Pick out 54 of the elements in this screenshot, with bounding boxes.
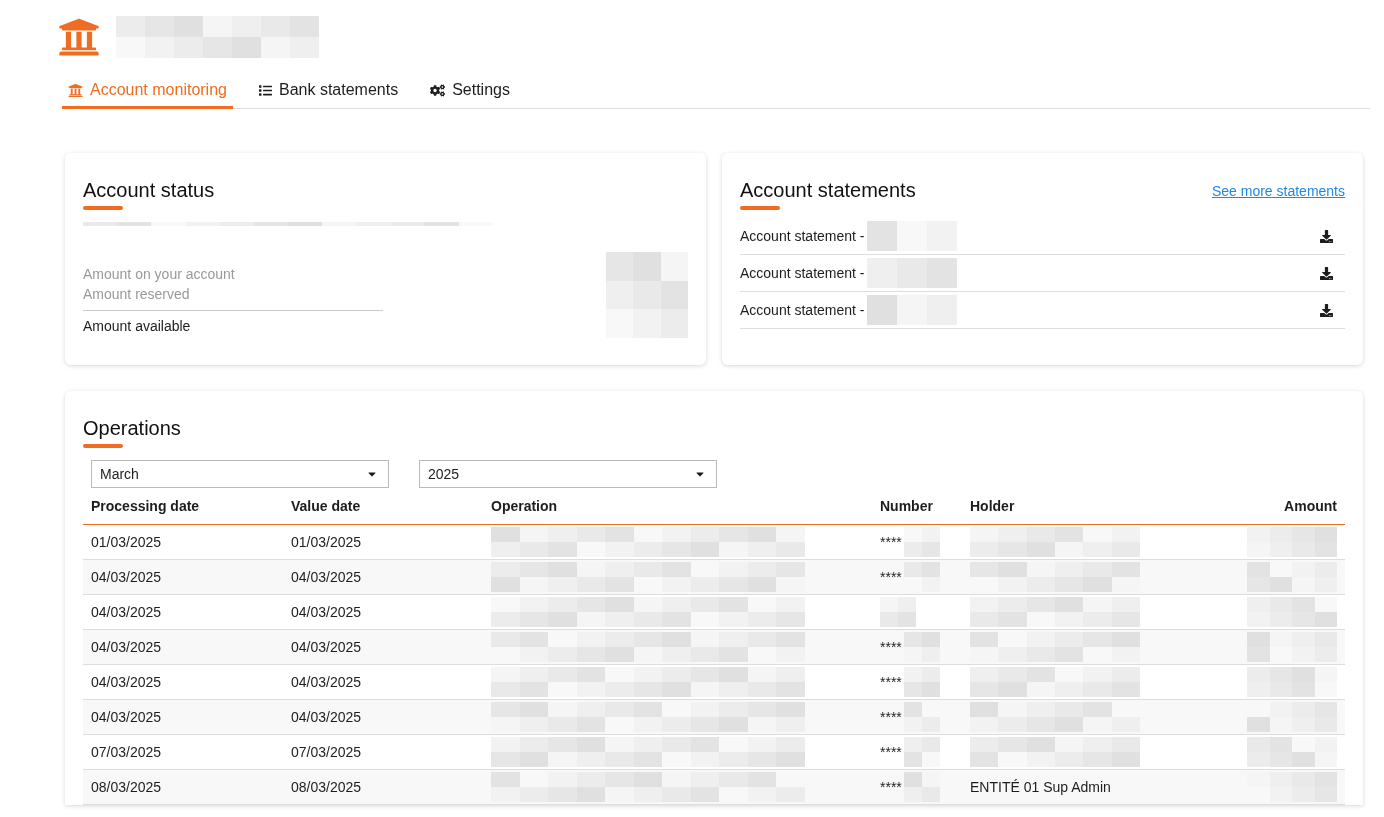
card-title: Account statements (740, 179, 916, 202)
column-header: Processing date (91, 498, 201, 514)
download-icon[interactable] (1320, 266, 1333, 280)
column-header: Amount (1283, 498, 1337, 514)
dropdown[interactable]: March (91, 460, 389, 488)
table-cell: **** (880, 744, 902, 760)
amount-label: Amount on your account (83, 266, 235, 282)
table-cell-text: 01/03/2025 (91, 534, 163, 550)
statement-name: Account statement - (740, 265, 865, 281)
table-cell: **** (880, 569, 902, 585)
see-more-link[interactable]: See more statements (1211, 183, 1345, 199)
table-cell: ENTITÉ 01 Sup Admin (970, 779, 1111, 795)
amount-label: Amount available (83, 318, 191, 334)
column-header: Holder (970, 498, 1016, 514)
table-cell-text: 04/03/2025 (291, 639, 363, 655)
gears-icon (430, 82, 446, 98)
table-cell-text: 04/03/2025 (291, 569, 363, 585)
table-cell-text: 04/03/2025 (91, 569, 163, 585)
table-cell: **** (880, 639, 902, 655)
card-title: Account status (83, 179, 215, 202)
title-underline (83, 206, 123, 210)
statement-name: Account statement - (740, 228, 865, 244)
statement-name: Account statement - (740, 302, 865, 318)
table-cell-text: 08/03/2025 (291, 779, 363, 795)
column-header: Operation (491, 498, 559, 514)
table-cell-text: 07/03/2025 (291, 744, 363, 760)
table-cell-text: 01/03/2025 (291, 534, 363, 550)
download-icon[interactable] (1320, 229, 1333, 243)
tab[interactable]: Bank statements (252, 74, 405, 109)
bank-logo-icon (58, 16, 100, 58)
table-cell-text: 04/03/2025 (291, 709, 363, 725)
table-cell-text: 04/03/2025 (91, 639, 163, 655)
table-cell-text: 04/03/2025 (291, 674, 363, 690)
dropdown[interactable]: 2025 (419, 460, 717, 488)
table-cell-text: 04/03/2025 (91, 604, 163, 620)
title-underline (83, 444, 123, 448)
title-underline (740, 206, 780, 210)
table-cell-text: 04/03/2025 (91, 709, 163, 725)
table-cell: **** (880, 779, 902, 795)
bank-icon (68, 82, 83, 98)
table-cell: **** (880, 534, 902, 550)
table-cell-text: 04/03/2025 (291, 604, 363, 620)
list-icon (258, 83, 272, 97)
card-title: Operations (83, 417, 181, 440)
amount-label: Amount reserved (83, 286, 190, 302)
table-cell: **** (880, 709, 902, 725)
table-cell: **** (880, 674, 902, 690)
table-cell-text: 08/03/2025 (91, 779, 163, 795)
tab[interactable]: Settings (424, 74, 516, 109)
table-cell-text: 04/03/2025 (91, 674, 163, 690)
column-header: Number (880, 498, 934, 514)
table-cell-text: 07/03/2025 (91, 744, 163, 760)
column-header: Value date (291, 498, 362, 514)
download-icon[interactable] (1320, 303, 1333, 317)
